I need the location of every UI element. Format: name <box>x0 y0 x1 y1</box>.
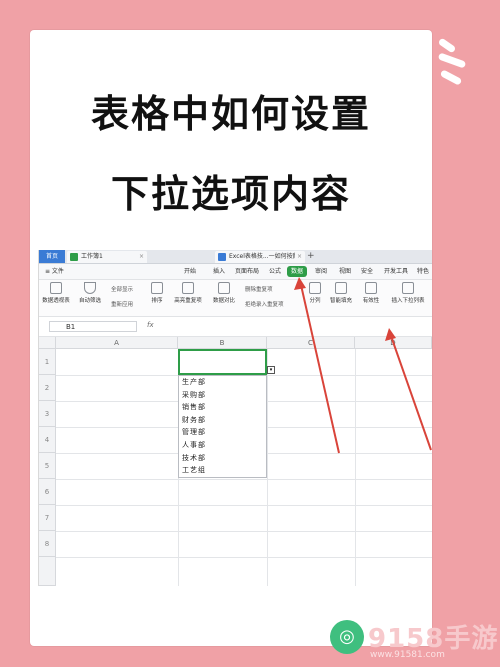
title-line-1: 表格中如何设置 <box>90 92 371 136</box>
watermark-logo-icon: ◎ <box>330 620 364 654</box>
title-line-2: 下拉选项内容 <box>110 172 351 216</box>
arrow-to-validation <box>385 328 432 451</box>
spreadsheet-screenshot: 首页 工作簿1 × Excel表格技...一如何按颜色筛选 × + ≡ 文件 开… <box>38 250 432 586</box>
site-watermark: ◎ 9158手游 www.91581.com <box>330 600 500 667</box>
annotation-arrows <box>294 277 432 454</box>
watermark-url: www.91581.com <box>370 650 445 660</box>
arrow-to-data-tab <box>294 277 340 454</box>
